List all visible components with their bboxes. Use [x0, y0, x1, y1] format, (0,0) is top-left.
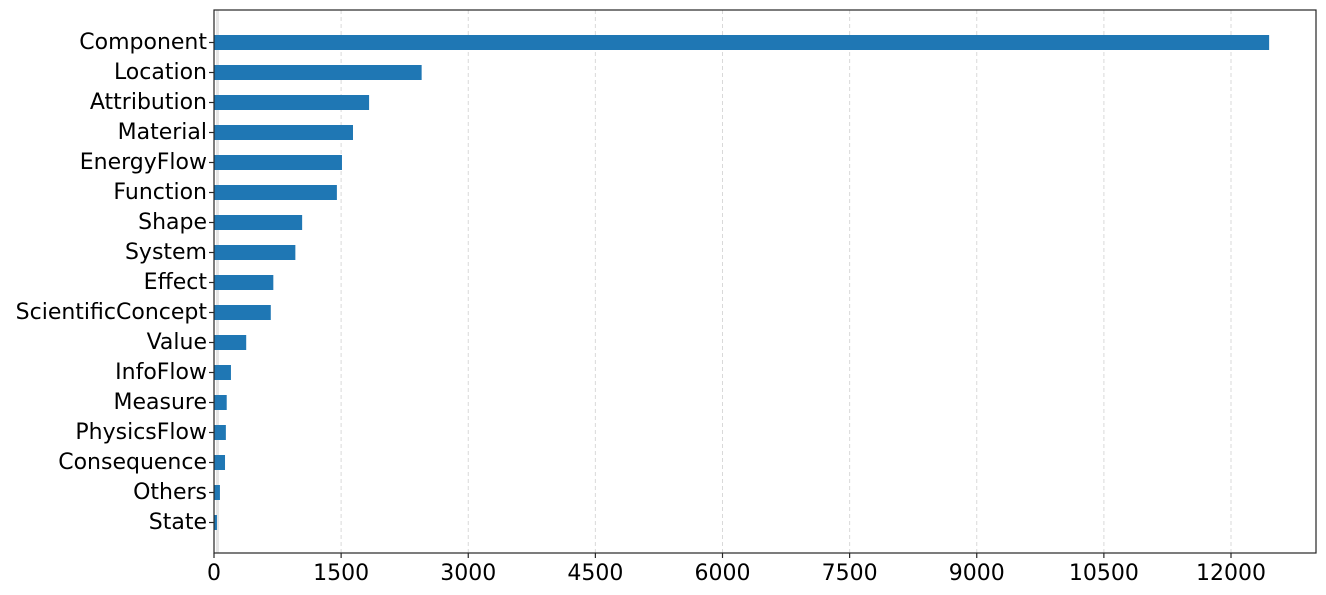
bar-shape: [214, 215, 303, 230]
y-tick-label: State: [149, 510, 207, 535]
chart-container: Component Location Attribution Material Ener…: [0, 0, 1326, 591]
x-tick-label: 7500: [822, 561, 878, 586]
y-tick-label: Shape: [138, 210, 207, 235]
y-tick-label: System: [125, 240, 207, 265]
bar-effect: [214, 275, 274, 290]
y-tick-label: InfoFlow: [115, 360, 207, 385]
y-tick-label: Location: [114, 60, 207, 85]
bar-scientificconcept: [214, 305, 271, 320]
bar-consequence: [214, 455, 226, 470]
y-tick-label: Consequence: [58, 450, 207, 475]
x-tick-label: 4500: [567, 561, 623, 586]
y-tick-label: PhysicsFlow: [75, 420, 207, 445]
bar-attribution: [214, 95, 370, 110]
x-tick-label: 9000: [949, 561, 1005, 586]
bar-material: [214, 125, 353, 140]
y-tick-label: Attribution: [90, 90, 207, 115]
y-axis-ticks: Component Location Attribution Material Ener…: [16, 30, 214, 535]
x-axis-ticks: 0 1500 3000 4500 6000 7500 9000 10500 12000: [207, 553, 1266, 586]
bar-component: [214, 35, 1270, 50]
bar-system: [214, 245, 296, 260]
bar-physicsflow: [214, 425, 226, 440]
y-tick-label: Value: [147, 330, 207, 355]
x-tick-label: 10500: [1069, 561, 1139, 586]
bar-others: [214, 485, 220, 500]
bar-function: [214, 185, 337, 200]
x-tick-label: 0: [207, 561, 221, 586]
y-tick-label: ScientificConcept: [16, 300, 208, 325]
bar-location: [214, 65, 422, 80]
y-tick-label: Effect: [144, 270, 208, 295]
bar-infoflow: [214, 365, 231, 380]
y-tick-label: Measure: [114, 390, 208, 415]
y-tick-label: Component: [79, 30, 207, 55]
bar-chart: Component Location Attribution Material Ener…: [16, 9, 1317, 586]
x-tick-label: 3000: [440, 561, 496, 586]
bar-energyflow: [214, 155, 342, 170]
bar-measure: [214, 395, 227, 410]
x-tick-label: 1500: [313, 561, 369, 586]
axes-frame: [213, 9, 1317, 554]
grid-lines: [216, 10, 1232, 553]
y-tick-label: Others: [133, 480, 207, 505]
x-tick-label: 6000: [695, 561, 751, 586]
axes-spines: [213, 9, 1317, 554]
y-tick-label: EnergyFlow: [80, 150, 207, 175]
x-tick-label: 12000: [1196, 561, 1266, 586]
bars: [214, 35, 1270, 530]
bar-value: [214, 335, 247, 350]
y-tick-label: Function: [113, 180, 207, 205]
y-tick-label: Material: [118, 120, 207, 145]
